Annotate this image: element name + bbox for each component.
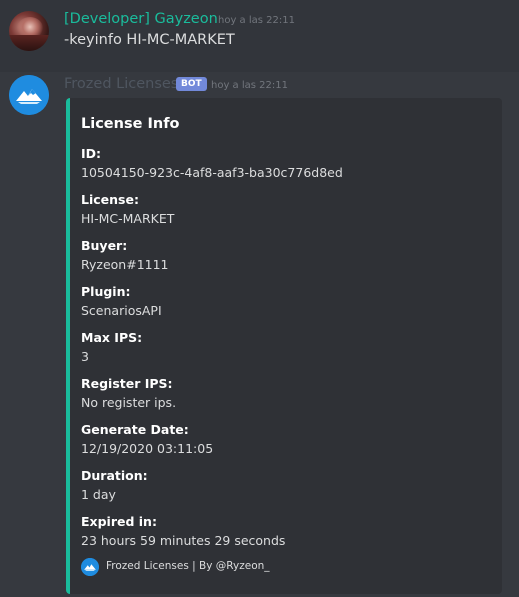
message-content: -keyinfo HI-MC-MARKET bbox=[64, 32, 235, 48]
footer-logo bbox=[81, 558, 99, 576]
field-value: ScenariosAPI bbox=[81, 303, 162, 318]
embed-title: License Info bbox=[81, 116, 180, 132]
mountain-logo-icon bbox=[9, 75, 49, 115]
field-value: No register ips. bbox=[81, 395, 177, 410]
bot-badge: BOT bbox=[176, 77, 207, 91]
footer-text: Frozed Licenses | By @Ryzeon_ bbox=[106, 560, 270, 572]
avatar[interactable] bbox=[9, 11, 49, 51]
bot-username[interactable]: Frozed Licenses bbox=[64, 76, 178, 92]
timestamp: hoy a las 22:11 bbox=[218, 15, 295, 26]
embed-field-id: ID: 10504150-923c-4af8-aaf3-ba30c776d8ed bbox=[81, 146, 343, 181]
field-name: Max IPS: bbox=[81, 330, 143, 345]
field-value: Ryzeon#1111 bbox=[81, 257, 169, 272]
embed-field-expired-in: Expired in: 23 hours 59 minutes 29 secon… bbox=[81, 514, 285, 549]
embed-field-generate-date: Generate Date: 12/19/2020 03:11:05 bbox=[81, 422, 213, 457]
field-name: Register IPS: bbox=[81, 376, 173, 391]
bot-avatar[interactable] bbox=[9, 75, 49, 115]
field-name: Generate Date: bbox=[81, 422, 189, 437]
field-name: Plugin: bbox=[81, 284, 131, 299]
bot-timestamp: hoy a las 22:11 bbox=[211, 80, 288, 91]
field-name: License: bbox=[81, 192, 139, 207]
embed-field-duration: Duration: 1 day bbox=[81, 468, 148, 503]
mountain-logo-icon bbox=[81, 558, 99, 576]
embed-field-max-ips: Max IPS: 3 bbox=[81, 330, 142, 365]
message-user: [Developer] Gayzeon hoy a las 22:11 -key… bbox=[0, 0, 519, 72]
embed-field-plugin: Plugin: ScenariosAPI bbox=[81, 284, 162, 319]
field-value: 12/19/2020 03:11:05 bbox=[81, 441, 214, 456]
field-value: HI-MC-MARKET bbox=[81, 211, 175, 226]
embed-field-license: License: HI-MC-MARKET bbox=[81, 192, 174, 227]
field-name: Buyer: bbox=[81, 238, 128, 253]
field-name: Duration: bbox=[81, 468, 148, 483]
field-name: ID: bbox=[81, 146, 102, 161]
field-value: 23 hours 59 minutes 29 seconds bbox=[81, 533, 286, 548]
license-embed: License Info ID: 10504150-923c-4af8-aaf3… bbox=[66, 98, 502, 594]
username[interactable]: [Developer] Gayzeon bbox=[64, 11, 218, 27]
embed-field-register-ips: Register IPS: No register ips. bbox=[81, 376, 176, 411]
chat-window: [Developer] Gayzeon hoy a las 22:11 -key… bbox=[0, 0, 519, 597]
field-value: 10504150-923c-4af8-aaf3-ba30c776d8ed bbox=[81, 165, 343, 180]
field-value: 3 bbox=[81, 349, 89, 364]
embed-field-buyer: Buyer: Ryzeon#1111 bbox=[81, 238, 169, 273]
field-name: Expired in: bbox=[81, 514, 157, 529]
field-value: 1 day bbox=[81, 487, 116, 502]
embed-accent-bar bbox=[66, 98, 70, 594]
